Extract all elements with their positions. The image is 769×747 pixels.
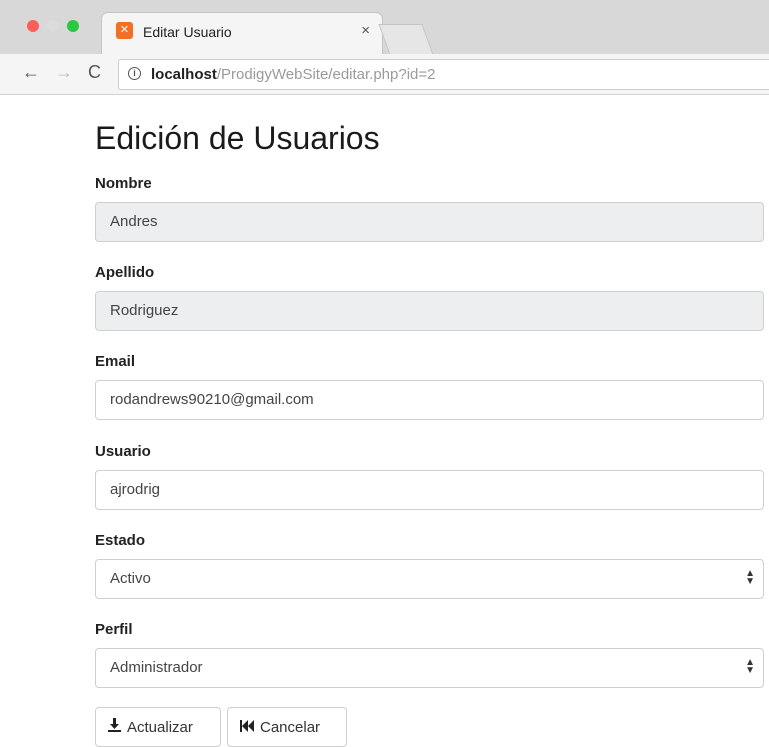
perfil-select[interactable]: Administrador ▲ ▼ — [95, 648, 764, 688]
select-arrows-icon: ▲ ▼ — [745, 568, 755, 587]
url-path: /ProdigyWebSite/editar.php?id=2 — [216, 66, 436, 83]
cancelar-label: Cancelar — [260, 718, 321, 736]
url-host: localhost — [151, 66, 217, 83]
estado-select[interactable]: Activo ▲ ▼ — [95, 559, 764, 599]
nombre-field[interactable]: Andres — [95, 202, 764, 242]
download-icon — [108, 718, 121, 736]
maximize-window-button[interactable] — [67, 20, 79, 32]
page-title: Edición de Usuarios — [95, 120, 380, 156]
usuario-label: Usuario — [95, 443, 151, 460]
fast-backward-icon — [240, 719, 254, 736]
browser-tab[interactable]: ✕ Editar Usuario × — [102, 13, 382, 54]
cancelar-button[interactable]: Cancelar — [227, 707, 347, 747]
email-field[interactable]: rodandrews90210@gmail.com — [95, 380, 764, 420]
new-tab-button[interactable] — [378, 24, 434, 55]
close-window-button[interactable] — [27, 20, 39, 32]
estado-label: Estado — [95, 532, 146, 549]
tab-close-icon[interactable]: × — [361, 22, 370, 39]
apellido-field[interactable]: Rodriguez — [95, 291, 764, 331]
minimize-window-button[interactable] — [47, 20, 59, 32]
select-arrows-icon: ▲ ▼ — [745, 657, 755, 676]
actualizar-label: Actualizar — [127, 718, 193, 736]
back-arrow-icon[interactable]: ← — [22, 62, 40, 83]
email-label: Email — [95, 353, 136, 370]
actualizar-button[interactable]: Actualizar — [95, 707, 221, 747]
nombre-label: Nombre — [95, 175, 152, 192]
reload-icon[interactable]: C — [88, 62, 101, 83]
info-icon[interactable]: i — [128, 67, 141, 80]
url-text: localhost/ProdigyWebSite/editar.php?id=2 — [151, 66, 435, 83]
forward-arrow-icon[interactable]: → — [55, 62, 73, 83]
url-field[interactable]: i localhost/ProdigyWebSite/editar.php?id… — [118, 59, 769, 90]
address-bar: ← → C i localhost/ProdigyWebSite/editar.… — [0, 54, 769, 95]
usuario-field[interactable]: ajrodrig — [95, 470, 764, 510]
apellido-label: Apellido — [95, 264, 155, 281]
browser-tab-bar: ✕ Editar Usuario × — [0, 0, 769, 55]
xampp-icon: ✕ — [116, 22, 133, 39]
perfil-selected-value: Administrador — [110, 659, 203, 676]
estado-selected-value: Activo — [110, 570, 151, 587]
perfil-label: Perfil — [95, 621, 133, 638]
tab-title: Editar Usuario — [143, 24, 232, 40]
